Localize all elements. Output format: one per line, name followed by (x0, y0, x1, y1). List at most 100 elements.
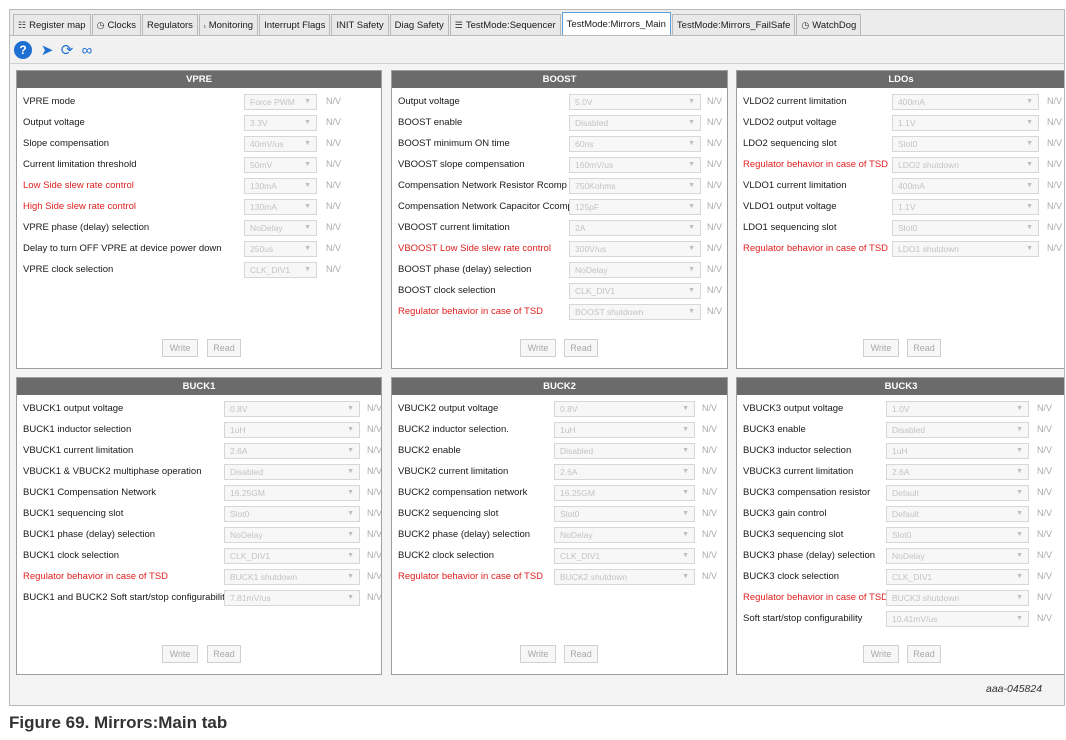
read-button[interactable]: Read (207, 339, 241, 357)
write-button[interactable]: Write (162, 645, 198, 663)
setting-select[interactable]: Default ▼ (886, 485, 1029, 501)
setting-select[interactable]: NoDelay ▼ (244, 220, 317, 236)
setting-select[interactable]: 750Kohms ▼ (569, 178, 701, 194)
setting-value: 400mA (898, 97, 925, 107)
tab-interrupt-flags[interactable]: Interrupt Flags (259, 14, 331, 35)
setting-select[interactable]: 1.0V ▼ (886, 401, 1029, 417)
setting-select[interactable]: CLK_DIV1 ▼ (244, 262, 317, 278)
read-button[interactable]: Read (907, 339, 941, 357)
setting-select[interactable]: 2.6A ▼ (554, 464, 695, 480)
tab-testmode-mirrors-failsafe[interactable]: TestMode:Mirrors_FailSafe (671, 14, 796, 35)
tab-init-safety[interactable]: INIT Safety (331, 14, 389, 35)
setting-select[interactable]: Slot0 ▼ (554, 506, 695, 522)
setting-select[interactable]: 1uH ▼ (224, 422, 360, 438)
setting-select[interactable]: NoDelay ▼ (569, 262, 701, 278)
setting-select[interactable]: BUCK3 shutdown ▼ (886, 590, 1029, 606)
setting-value: 5.0V (575, 97, 593, 107)
setting-label: Compensation Network Capacitor Ccomp (398, 201, 573, 212)
setting-row: VBUCK3 current limitation 2.6A ▼ N/V (737, 461, 1064, 482)
setting-select[interactable]: 0.8V ▼ (554, 401, 695, 417)
setting-select[interactable]: 130mA ▼ (244, 199, 317, 215)
setting-select[interactable]: 2A ▼ (569, 220, 701, 236)
setting-select[interactable]: 7.81mV/us ▼ (224, 590, 360, 606)
setting-value: 125pF (575, 202, 600, 212)
setting-select[interactable]: CLK_DIV1 ▼ (554, 548, 695, 564)
setting-select[interactable]: NoDelay ▼ (554, 527, 695, 543)
setting-label: VBUCK3 output voltage (743, 403, 844, 414)
setting-select[interactable]: LDO1 shutdown ▼ (892, 241, 1039, 257)
write-button[interactable]: Write (863, 645, 899, 663)
setting-select[interactable]: Disabled ▼ (569, 115, 701, 131)
help-button[interactable]: ? (14, 41, 32, 59)
tab-clocks[interactable]: ◷ Clocks (91, 14, 141, 35)
setting-select[interactable]: 300V/us ▼ (569, 241, 701, 257)
tab-regulators[interactable]: Regulators (141, 14, 198, 35)
write-button[interactable]: Write (162, 339, 198, 357)
setting-select[interactable]: Disabled ▼ (554, 443, 695, 459)
setting-select[interactable]: 60ns ▼ (569, 136, 701, 152)
setting-select[interactable]: Disabled ▼ (224, 464, 360, 480)
setting-select[interactable]: 160mV/us ▼ (569, 157, 701, 173)
setting-select[interactable]: 1.1V ▼ (892, 199, 1039, 215)
setting-select[interactable]: 250us ▼ (244, 241, 317, 257)
write-button[interactable]: Write (520, 645, 556, 663)
tab-monitoring[interactable]: ⨾ Monitoring (198, 14, 259, 35)
setting-select[interactable]: 16.25GM ▼ (224, 485, 360, 501)
setting-select[interactable]: Slot0 ▼ (886, 527, 1029, 543)
setting-select[interactable]: Force PWM ▼ (244, 94, 317, 110)
tab-watchdog[interactable]: ◷ WatchDog (796, 14, 862, 35)
setting-select[interactable]: 1uH ▼ (886, 443, 1029, 459)
setting-select[interactable]: 10.41mV/us ▼ (886, 611, 1029, 627)
setting-select[interactable]: LDO2 shutdown ▼ (892, 157, 1039, 173)
setting-select[interactable]: NoDelay ▼ (886, 548, 1029, 564)
setting-row: BUCK1 phase (delay) selection NoDelay ▼ N/V (17, 524, 382, 545)
setting-select[interactable]: Slot0 ▼ (224, 506, 360, 522)
setting-select[interactable]: 130mA ▼ (244, 178, 317, 194)
setting-select[interactable]: 50mV ▼ (244, 157, 317, 173)
setting-select[interactable]: 3.3V ▼ (244, 115, 317, 131)
read-button[interactable]: Read (207, 645, 241, 663)
setting-select[interactable]: CLK_DIV1 ▼ (886, 569, 1029, 585)
setting-select[interactable]: Disabled ▼ (886, 422, 1029, 438)
tab-testmode-mirrors-main[interactable]: TestMode:Mirrors_Main (561, 12, 671, 35)
read-button[interactable]: Read (564, 645, 598, 663)
read-button[interactable]: Read (564, 339, 598, 357)
setting-label: VBUCK3 current limitation (743, 466, 854, 477)
write-button[interactable]: Write (863, 339, 899, 357)
setting-select[interactable]: 400mA ▼ (892, 178, 1039, 194)
setting-select[interactable]: 400mA ▼ (892, 94, 1039, 110)
chevron-down-icon: ▼ (1026, 98, 1033, 105)
setting-value: 1uH (560, 425, 576, 435)
setting-select[interactable]: 1uH ▼ (554, 422, 695, 438)
setting-select[interactable]: BOOST shutdown ▼ (569, 304, 701, 320)
setting-select[interactable]: 0.8V ▼ (224, 401, 360, 417)
setting-select[interactable]: 40mV/us ▼ (244, 136, 317, 152)
setting-select[interactable]: CLK_DIV1 ▼ (569, 283, 701, 299)
setting-select[interactable]: 2.6A ▼ (886, 464, 1029, 480)
write-button[interactable]: Write (520, 339, 556, 357)
setting-select[interactable]: 1.1V ▼ (892, 115, 1039, 131)
refresh-button[interactable]: ⟳ (58, 41, 76, 59)
setting-select[interactable]: 16.25GM ▼ (554, 485, 695, 501)
setting-select[interactable]: Slot0 ▼ (892, 220, 1039, 236)
loop-button[interactable]: ∞ (78, 41, 96, 59)
chevron-down-icon: ▼ (1016, 489, 1023, 496)
value-status: N/V (707, 159, 723, 169)
tab-label: Interrupt Flags (264, 19, 326, 31)
setting-select[interactable]: 125pF ▼ (569, 199, 701, 215)
setting-select[interactable]: 2.6A ▼ (224, 443, 360, 459)
value-status: N/V (367, 571, 383, 581)
send-button[interactable]: ➤ (38, 41, 56, 59)
setting-select[interactable]: BUCK1 shutdown ▼ (224, 569, 360, 585)
tab-register-map[interactable]: ☷ Register map (13, 14, 91, 35)
read-button[interactable]: Read (907, 645, 941, 663)
setting-select[interactable]: 5.0V ▼ (569, 94, 701, 110)
setting-label: Regulator behavior in case of TSD (743, 592, 889, 603)
setting-select[interactable]: CLK_DIV1 ▼ (224, 548, 360, 564)
setting-select[interactable]: Default ▼ (886, 506, 1029, 522)
setting-select[interactable]: Slot0 ▼ (892, 136, 1039, 152)
setting-select[interactable]: NoDelay ▼ (224, 527, 360, 543)
tab-testmode-sequencer[interactable]: ☰ TestMode:Sequencer (449, 14, 561, 35)
setting-select[interactable]: BUCK2 shutdown ▼ (554, 569, 695, 585)
tab-diag-safety[interactable]: Diag Safety (389, 14, 449, 35)
